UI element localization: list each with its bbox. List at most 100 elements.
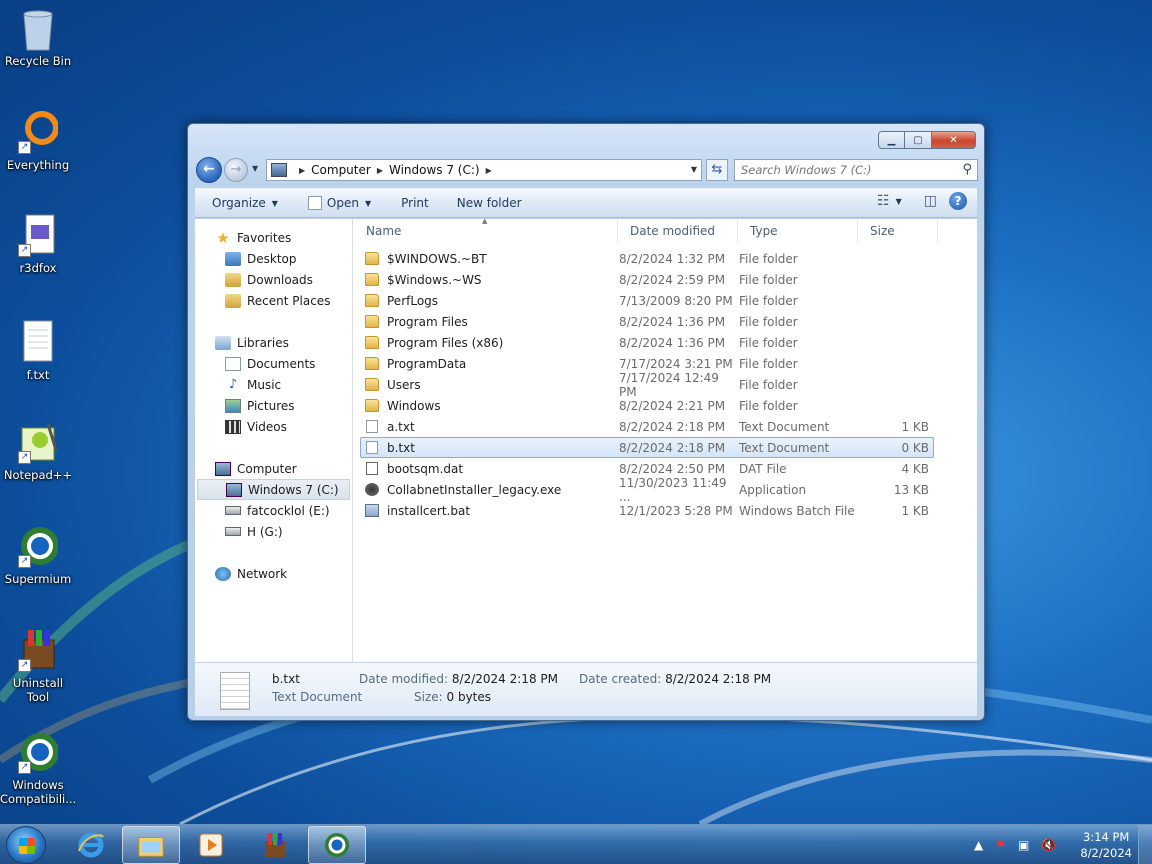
nav-pictures[interactable]: Pictures	[195, 395, 352, 416]
help-icon[interactable]: ?	[949, 192, 967, 210]
file-row[interactable]: $Windows.~WS 8/2/2024 2:59 PM File folder	[360, 269, 934, 290]
recent-places-icon	[225, 293, 241, 308]
nav-network[interactable]: Network	[195, 563, 352, 584]
start-button[interactable]	[6, 826, 46, 864]
refresh-button[interactable]: ⇆	[706, 159, 728, 181]
breadcrumb-separator-icon[interactable]: ▶	[486, 166, 492, 175]
file-row[interactable]: a.txt 8/2/2024 2:18 PM Text Document 1 KB	[360, 416, 934, 437]
preview-pane-icon[interactable]: ◫	[924, 193, 937, 209]
file-row[interactable]: PerfLogs 7/13/2009 8:20 PM File folder	[360, 290, 934, 311]
desktop-icon-r3dfox[interactable]: ↗ r3dfox	[0, 213, 76, 275]
address-history-dropdown[interactable]: ▼	[691, 165, 697, 174]
explorer-window: ▁ ▢ ✕ ← → ▼ ▶ Computer ▶ Windows 7 (C:) …	[187, 123, 985, 721]
taskbar-media-player[interactable]	[182, 826, 240, 864]
network-icon[interactable]: ▣	[1018, 838, 1029, 852]
breadcrumb-drive-c[interactable]: Windows 7 (C:)	[389, 163, 480, 177]
file-date: 8/2/2024 1:36 PM	[619, 314, 726, 329]
search-icon[interactable]: ⚲	[962, 162, 972, 177]
nav-music[interactable]: ♪ Music	[195, 374, 352, 395]
print-button[interactable]: Print	[391, 191, 439, 215]
file-row[interactable]: Windows 8/2/2024 2:21 PM File folder	[360, 395, 934, 416]
nav-label: Windows 7 (C:)	[248, 482, 339, 497]
column-header-size[interactable]: Size	[858, 219, 938, 244]
action-center-flag-icon[interactable]: ⚑	[995, 838, 1006, 852]
taskbar-windows-explorer[interactable]	[122, 826, 180, 864]
taskbar-uninstall-tool[interactable]	[246, 826, 304, 864]
file-date: 8/2/2024 2:18 PM	[619, 419, 726, 434]
desktop-icon-label: Supermium	[4, 572, 72, 586]
clock[interactable]: 3:14 PM 8/2/2024	[1080, 829, 1132, 861]
nav-favorites[interactable]: ★ Favorites	[195, 227, 352, 248]
file-name: $WINDOWS.~BT	[387, 251, 487, 266]
nav-videos[interactable]: Videos	[195, 416, 352, 437]
back-button[interactable]: ←	[196, 157, 222, 183]
breadcrumb-computer[interactable]: Computer	[311, 163, 371, 177]
nav-label: Videos	[247, 419, 287, 434]
organize-button[interactable]: Organize ▼	[195, 191, 288, 215]
desktop-icon-supermium[interactable]: ↗ Supermium	[0, 524, 76, 586]
desktop-folder-icon	[225, 251, 241, 266]
recent-pages-dropdown[interactable]: ▼	[252, 164, 258, 173]
nav-drive-e[interactable]: fatcocklol (E:)	[195, 500, 352, 521]
volume-muted-icon[interactable]: 🔇	[1041, 838, 1056, 852]
column-header-type[interactable]: Type	[738, 219, 858, 244]
desktop-icon-everything[interactable]: ↗ Everything	[0, 110, 76, 172]
file-type: Windows Batch File	[739, 503, 855, 518]
desktop-icon-uninstall-tool[interactable]: ↗ Uninstall Tool	[0, 628, 76, 704]
nav-documents[interactable]: Documents	[195, 353, 352, 374]
shortcut-arrow-icon: ↗	[18, 555, 31, 568]
libraries-icon	[215, 335, 231, 350]
nav-label: fatcocklol (E:)	[247, 503, 330, 518]
breadcrumb-separator-icon[interactable]: ▶	[377, 166, 383, 175]
search-input[interactable]	[735, 160, 945, 180]
documents-icon	[225, 356, 241, 371]
show-hidden-icons-chevron-up-icon[interactable]: ▲	[974, 838, 983, 852]
view-options-chevron-down-icon[interactable]: ▼	[896, 197, 902, 206]
file-row[interactable]: Users 7/17/2024 12:49 PM File folder	[360, 371, 934, 399]
desktop-icon-notepad-plus-plus[interactable]: ↗ Notepad++	[0, 420, 76, 482]
address-bar[interactable]: ▶ Computer ▶ Windows 7 (C:) ▶ ▼	[266, 159, 702, 181]
nav-recent-places[interactable]: Recent Places	[195, 290, 352, 311]
details-date-created: Date created: 8/2/2024 2:18 PM	[579, 672, 771, 686]
file-row[interactable]: Program Files (x86) 8/2/2024 1:36 PM File …	[360, 332, 934, 353]
nav-libraries[interactable]: Libraries	[195, 332, 352, 353]
text-file-icon	[366, 441, 378, 454]
details-value: 8/2/2024 2:18 PM	[451, 672, 558, 686]
file-name: ProgramData	[387, 356, 467, 371]
nav-drive-g[interactable]: H (G:)	[195, 521, 352, 542]
close-button[interactable]: ✕	[932, 131, 976, 149]
column-header-date-modified[interactable]: Date modified	[618, 219, 738, 244]
minimize-button[interactable]: ▁	[878, 131, 905, 149]
maximize-button[interactable]: ▢	[905, 131, 932, 149]
folder-icon	[365, 252, 379, 265]
desktop-icon-f-txt[interactable]: f.txt	[0, 320, 76, 382]
change-view-icon[interactable]: ☷	[877, 193, 890, 209]
command-bar: Organize ▼ Open ▼ Print New folder ☷ ▼ ◫…	[195, 188, 977, 218]
show-desktop-button[interactable]	[1138, 825, 1152, 864]
file-row[interactable]: installcert.bat 12/1/2023 5:28 PM Windows …	[360, 500, 934, 521]
breadcrumb-separator-icon[interactable]: ▶	[299, 166, 305, 175]
clock-time: 3:14 PM	[1083, 830, 1130, 844]
file-row[interactable]: CollabnetInstaller_legacy.exe 11/30/2023 …	[360, 476, 934, 504]
search-box[interactable]: ⚲	[734, 159, 978, 181]
taskbar-internet-explorer[interactable]	[62, 826, 120, 864]
forward-button[interactable]: →	[224, 158, 248, 182]
nav-drive-c[interactable]: Windows 7 (C:)	[197, 479, 350, 500]
desktop-icon-recycle-bin[interactable]: Recycle Bin	[0, 6, 76, 68]
desktop-icon-windows-compatibility[interactable]: ↗ Windows Compatibili...	[0, 730, 76, 806]
file-row[interactable]: $WINDOWS.~BT 8/2/2024 1:32 PM File folder	[360, 248, 934, 269]
nav-downloads[interactable]: Downloads	[195, 269, 352, 290]
file-row-selected[interactable]: b.txt 8/2/2024 2:18 PM Text Document 0 KB	[360, 437, 934, 458]
nav-computer[interactable]: Computer	[195, 458, 352, 479]
network-icon	[215, 566, 231, 581]
folder-icon	[365, 336, 379, 349]
file-list: $WINDOWS.~BT 8/2/2024 1:32 PM File folder …	[360, 248, 934, 521]
details-label: Date created:	[579, 672, 662, 686]
text-file-icon	[366, 420, 378, 433]
nav-label: Computer	[237, 461, 297, 476]
open-button[interactable]: Open ▼	[298, 191, 381, 215]
nav-desktop[interactable]: Desktop	[195, 248, 352, 269]
file-row[interactable]: Program Files 8/2/2024 1:36 PM File folder	[360, 311, 934, 332]
taskbar-supermium[interactable]	[308, 826, 366, 864]
new-folder-button[interactable]: New folder	[447, 191, 532, 215]
